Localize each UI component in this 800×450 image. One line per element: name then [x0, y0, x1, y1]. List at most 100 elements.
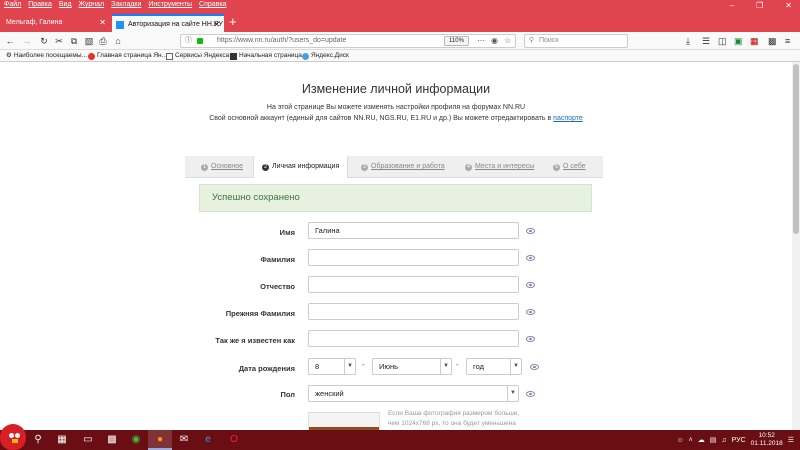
photo-size-note: Если Ваша фотография размером больше, че… — [388, 410, 520, 427]
yandex-icon — [88, 52, 95, 60]
menu-view[interactable]: Вид — [59, 1, 72, 8]
library-icon[interactable]: ☰ — [702, 34, 710, 48]
scrollbar-thumb[interactable] — [793, 64, 799, 234]
bookmark-start-page[interactable]: Начальная страница — [230, 50, 302, 62]
extension-red-icon[interactable]: ▦ — [750, 34, 759, 48]
mail-icon[interactable]: ✉ — [172, 430, 196, 450]
gender-select[interactable]: женский ▼ — [308, 385, 519, 402]
tab-melgaf[interactable]: Мельгаф, Галина ✕ — [0, 14, 110, 32]
edge-icon[interactable]: e — [196, 430, 220, 450]
bookmark-star-icon[interactable]: ☆ — [504, 35, 511, 47]
bookmark-yandex-disk[interactable]: Яндекс.Диск — [302, 50, 349, 62]
paste-icon[interactable]: ▧ — [82, 34, 96, 48]
menu-icon[interactable]: ≡ — [785, 34, 790, 48]
maximize-button[interactable]: ❐ — [756, 0, 763, 12]
visibility-eye-icon[interactable] — [526, 255, 535, 261]
pocket-icon[interactable]: ◉ — [491, 35, 498, 47]
menu-file[interactable]: Файл — [4, 1, 21, 8]
reload-icon[interactable]: ↻ — [37, 34, 51, 48]
visibility-eye-icon[interactable] — [526, 228, 535, 234]
chevron-down-icon: ▼ — [440, 359, 451, 374]
bookmark-yandex-home[interactable]: Главная страница Ян... — [88, 50, 167, 62]
search-placeholder: Поиск — [539, 37, 559, 44]
tab-strip: Мельгаф, Галина ✕ Авторизация на сайте Н… — [0, 12, 800, 32]
lock-icon[interactable] — [197, 38, 203, 44]
chevron-up-icon[interactable]: ˄ — [689, 437, 693, 444]
surname-label: Фамилия — [260, 255, 295, 264]
volume-icon[interactable]: ♫ — [721, 437, 726, 444]
search-input[interactable]: ⚲ Поиск — [524, 34, 628, 48]
store-icon[interactable]: ▩ — [100, 430, 124, 450]
gender-label: Пол — [280, 390, 295, 399]
menu-bookmarks[interactable]: Закладки — [111, 1, 141, 8]
people-icon[interactable]: ☺ — [677, 437, 684, 444]
search-icon[interactable]: ⚲ — [26, 430, 50, 450]
network-icon[interactable]: ▤ — [710, 436, 717, 444]
utorrent-icon[interactable]: ◉ — [124, 430, 148, 450]
menu-help[interactable]: Справка — [199, 1, 226, 8]
bookmark-most-visited[interactable]: ⚙ Наиболее посещаемы... — [6, 50, 87, 62]
firefox-icon[interactable]: ● — [148, 430, 172, 450]
print-icon[interactable]: ⎙ — [96, 34, 110, 48]
bookmark-yandex-services[interactable]: Сервисы Яндекса — [166, 50, 229, 62]
menu-history[interactable]: Журнал — [79, 1, 105, 8]
menu-edit[interactable]: Правка — [28, 1, 52, 8]
url-bar[interactable]: ⓘ https://www.nn.ru/auth/?users_do=updat… — [180, 34, 516, 48]
close-tab-icon[interactable]: ✕ — [99, 14, 106, 32]
visibility-eye-icon[interactable] — [530, 364, 539, 370]
name-input[interactable]: Галина — [308, 222, 519, 239]
bookmarks-toolbar: ⚙ Наиболее посещаемы... Главная страница… — [0, 50, 800, 62]
visibility-eye-icon[interactable] — [526, 309, 535, 315]
site-info-icon[interactable]: ⓘ — [185, 35, 192, 47]
birthdate-label: Дата рождения — [238, 364, 295, 373]
task-view-icon[interactable]: ▦ — [50, 430, 74, 450]
zoom-level[interactable]: 110% — [444, 36, 469, 46]
surname-input[interactable] — [308, 249, 519, 266]
navigation-bar: ← → ↻ ✂ ⧉ ▧ ⎙ ⌂ ⓘ https://www.nn.ru/auth… — [0, 32, 800, 50]
tab-auth-nnru[interactable]: Авторизация на сайте НН.РУ ✕ — [112, 14, 224, 32]
birth-day-select[interactable]: 8 ▼ — [308, 358, 356, 375]
clock[interactable]: 10:52 01.11.2018 — [751, 432, 783, 448]
onedrive-icon[interactable]: ☁ — [698, 436, 705, 444]
containers-icon[interactable]: ▩ — [768, 34, 777, 48]
visibility-eye-icon[interactable] — [526, 282, 535, 288]
tab-about[interactable]: 5 О себе — [553, 156, 586, 178]
tab-education-work[interactable]: 3 Образование и работа — [361, 156, 445, 178]
notifications-icon[interactable]: ☰ — [788, 436, 794, 444]
menu-tools[interactable]: Инструменты — [148, 1, 192, 8]
close-window-button[interactable]: ✕ — [785, 0, 792, 12]
patronymic-input[interactable] — [308, 276, 519, 293]
page-actions-icon[interactable]: ⋯ — [477, 35, 485, 47]
tab-main[interactable]: 1 Основное — [201, 156, 243, 178]
date-separator: - — [362, 360, 365, 369]
known-as-input[interactable] — [308, 330, 519, 347]
page-scrollbar[interactable] — [792, 62, 800, 430]
home-icon[interactable]: ⌂ — [111, 34, 125, 48]
tab-places-interests[interactable]: 4 Места и интересы — [465, 156, 534, 178]
forward-icon[interactable]: → — [20, 34, 34, 48]
close-tab-icon[interactable]: ✕ — [213, 16, 220, 32]
tab-personal-info[interactable]: 2 Личная информация — [253, 156, 349, 178]
extension-icon[interactable]: ▣ — [734, 34, 743, 48]
visibility-eye-icon[interactable] — [526, 391, 535, 397]
previous-surname-input[interactable] — [308, 303, 519, 320]
back-icon[interactable]: ← — [3, 34, 17, 48]
profile-photo[interactable] — [308, 412, 380, 430]
angry-bird-start-icon[interactable] — [0, 424, 26, 450]
visibility-eye-icon[interactable] — [526, 336, 535, 342]
passport-link[interactable]: паспорте — [553, 115, 583, 122]
tab-label: Мельгаф, Галина — [6, 19, 63, 26]
opera-icon[interactable]: O — [222, 430, 246, 450]
language-indicator[interactable]: РУС — [732, 437, 746, 444]
birth-month-select[interactable]: Июнь ▼ — [372, 358, 452, 375]
copy-icon[interactable]: ⧉ — [67, 34, 81, 48]
birth-year-select[interactable]: год ▼ — [466, 358, 522, 375]
url-text[interactable]: https://www.nn.ru/auth/?users_do=update — [217, 35, 346, 47]
download-icon[interactable]: ⤓ — [686, 34, 690, 48]
menu-bar: Файл Правка Вид Журнал Закладки Инструме… — [4, 1, 227, 8]
file-explorer-icon[interactable]: ▭ — [76, 430, 100, 450]
minimize-button[interactable]: – — [730, 0, 734, 12]
sidebar-icon[interactable]: ◫ — [718, 34, 727, 48]
cut-icon[interactable]: ✂ — [52, 34, 66, 48]
new-tab-button[interactable]: + — [229, 12, 237, 32]
